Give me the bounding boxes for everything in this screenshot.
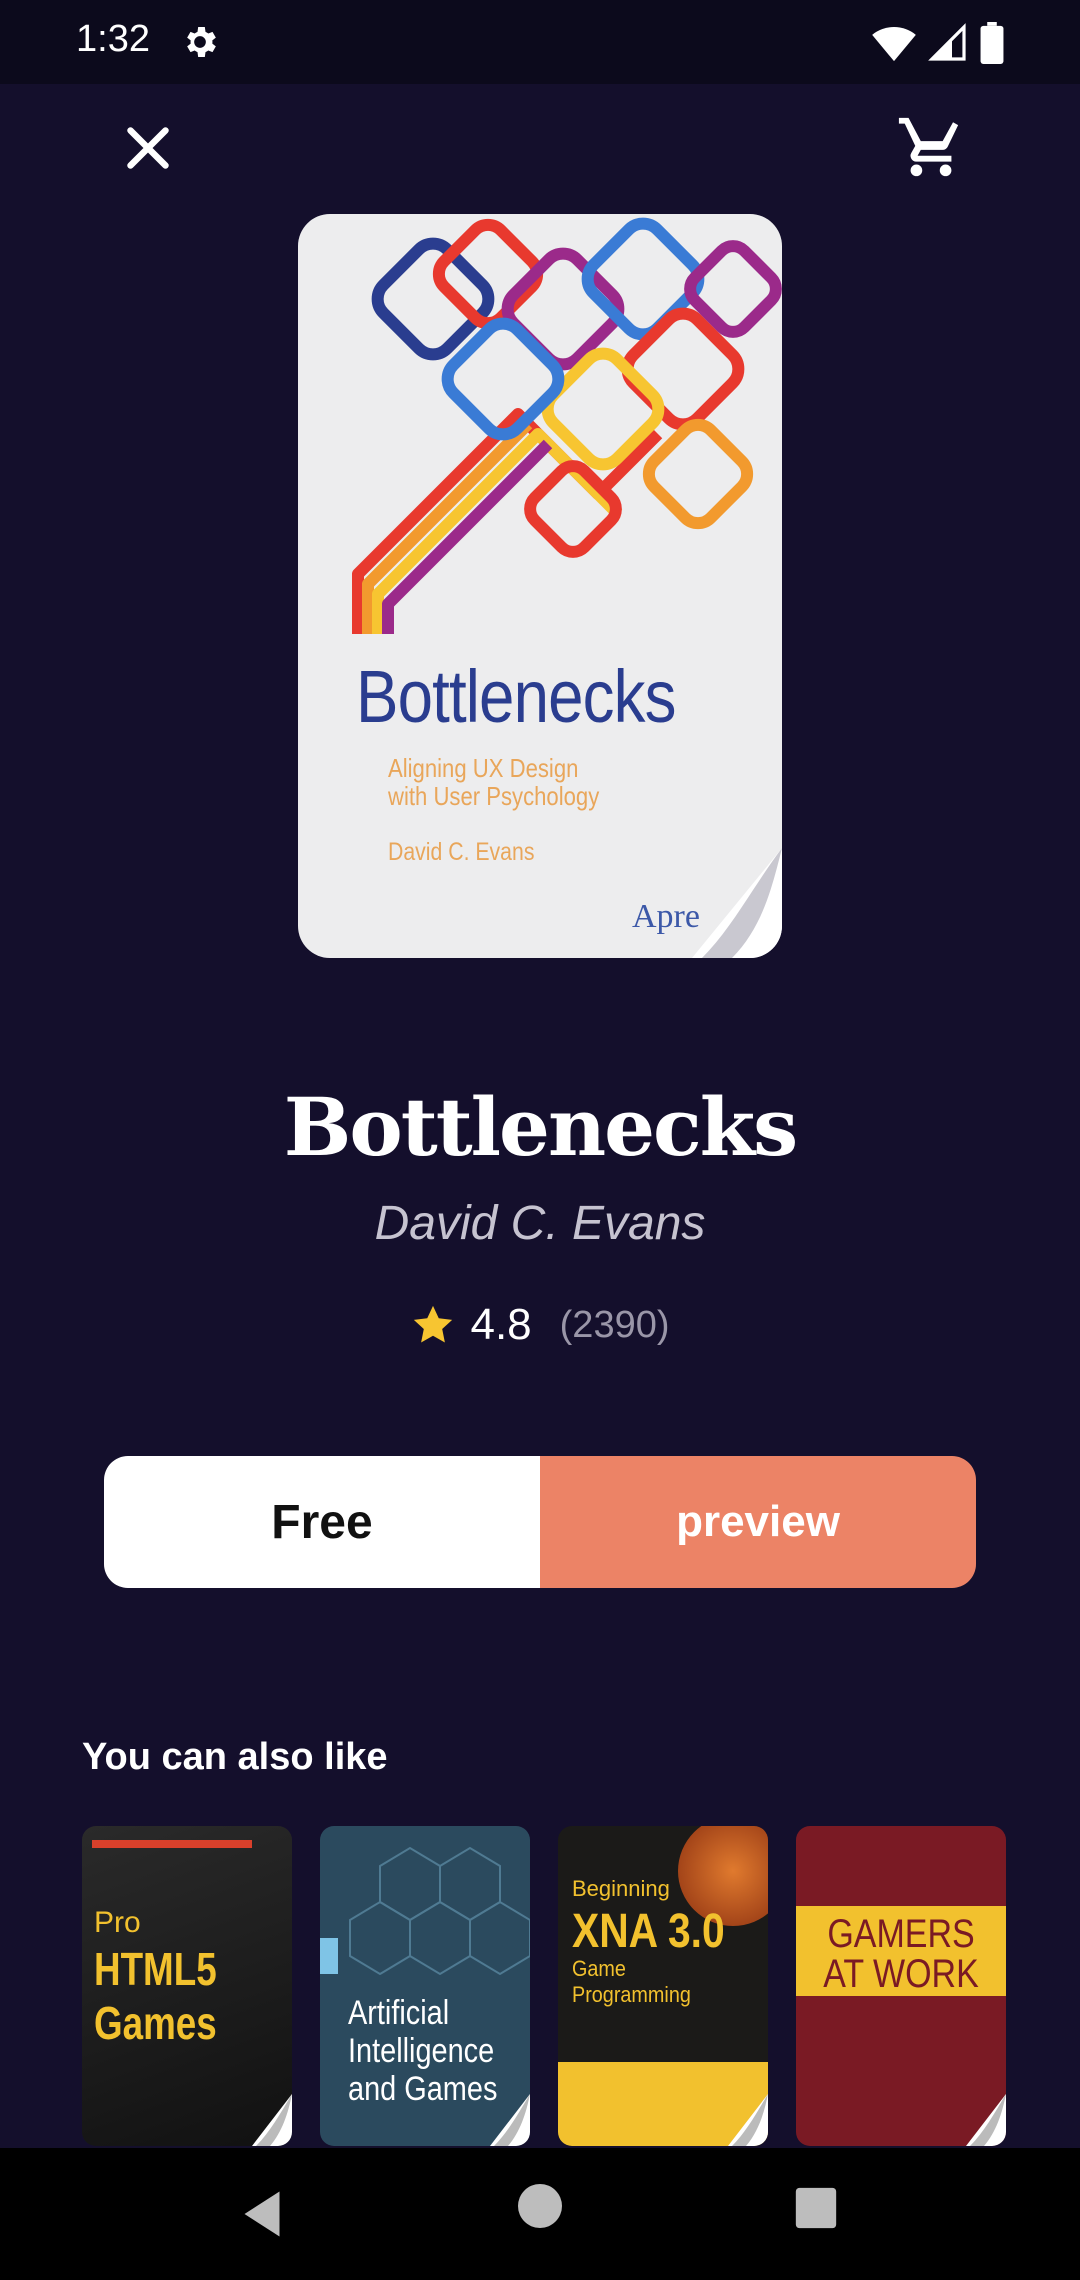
cart-icon[interactable] — [896, 112, 966, 182]
signal-icon — [928, 23, 966, 61]
suggestion-line: XNA 3.0 — [572, 1905, 725, 1958]
suggestion-line: Artificial — [348, 1994, 450, 2032]
suggestion-card[interactable]: Beginning XNA 3.0 Game Programming — [558, 1826, 768, 2146]
suggestion-line: Pro — [94, 1906, 141, 1939]
status-bar: 1:32 — [0, 0, 1080, 84]
suggestion-line: and Games — [348, 2070, 498, 2108]
cover-art — [352, 217, 782, 634]
book-cover[interactable]: Bottlenecks Aligning UX Design with User… — [298, 214, 782, 958]
suggestion-card[interactable]: GAMERS AT WORK — [796, 1826, 1006, 2146]
suggestion-line: Game Programming — [572, 1956, 691, 2007]
page-curl-icon — [966, 2094, 1006, 2146]
cover-publisher: Apre — [632, 898, 700, 935]
page-curl-icon — [252, 2094, 292, 2146]
cover-author: David C. Evans — [388, 838, 535, 866]
book-title: Bottlenecks — [283, 1080, 798, 1174]
suggestion-card[interactable]: Pro HTML5 Games — [82, 1826, 292, 2146]
page-curl-icon — [490, 2094, 530, 2146]
suggestion-line: Beginning — [572, 1876, 670, 1901]
back-icon[interactable] — [232, 2184, 292, 2244]
free-button[interactable]: Free — [104, 1456, 540, 1588]
suggestion-line: Games — [94, 1997, 217, 2049]
suggestion-line: Intelligence — [348, 2032, 495, 2070]
wifi-icon — [872, 27, 916, 62]
action-buttons: Free preview — [104, 1456, 976, 1588]
rating-count: (2390) — [559, 1303, 670, 1346]
status-time: 1:32 — [76, 18, 150, 60]
cover-subtitle: Aligning UX Design with User Psychology — [388, 753, 600, 811]
suggestion-card[interactable]: Artificial Intelligence and Games — [320, 1826, 530, 2146]
cover-title: Bottlenecks — [356, 655, 676, 738]
navigation-bar — [0, 2148, 1080, 2280]
suggestion-line: GAMERS — [827, 1912, 975, 1956]
recent-apps-icon[interactable] — [794, 2186, 838, 2230]
battery-icon — [980, 22, 1004, 64]
page-curl-icon — [728, 2094, 768, 2146]
suggestions-list: Pro HTML5 Games Artificial Intelligence … — [82, 1826, 1006, 2146]
close-icon[interactable] — [118, 118, 178, 178]
page-curl-icon — [692, 848, 782, 958]
star-icon — [414, 1305, 453, 1343]
suggestions-title: You can also like — [82, 1736, 388, 1778]
suggestion-line: HTML5 — [94, 1943, 217, 1995]
preview-button[interactable]: preview — [540, 1456, 976, 1588]
book-author: David C. Evans — [374, 1197, 706, 1250]
suggestion-line: AT WORK — [823, 1952, 979, 1996]
rating-value: 4.8 — [470, 1300, 532, 1349]
home-icon[interactable] — [518, 2184, 562, 2228]
status-icons — [872, 22, 1004, 64]
settings-gear-icon — [187, 27, 216, 57]
rating: 4.8 (2390) — [0, 1300, 1080, 1350]
